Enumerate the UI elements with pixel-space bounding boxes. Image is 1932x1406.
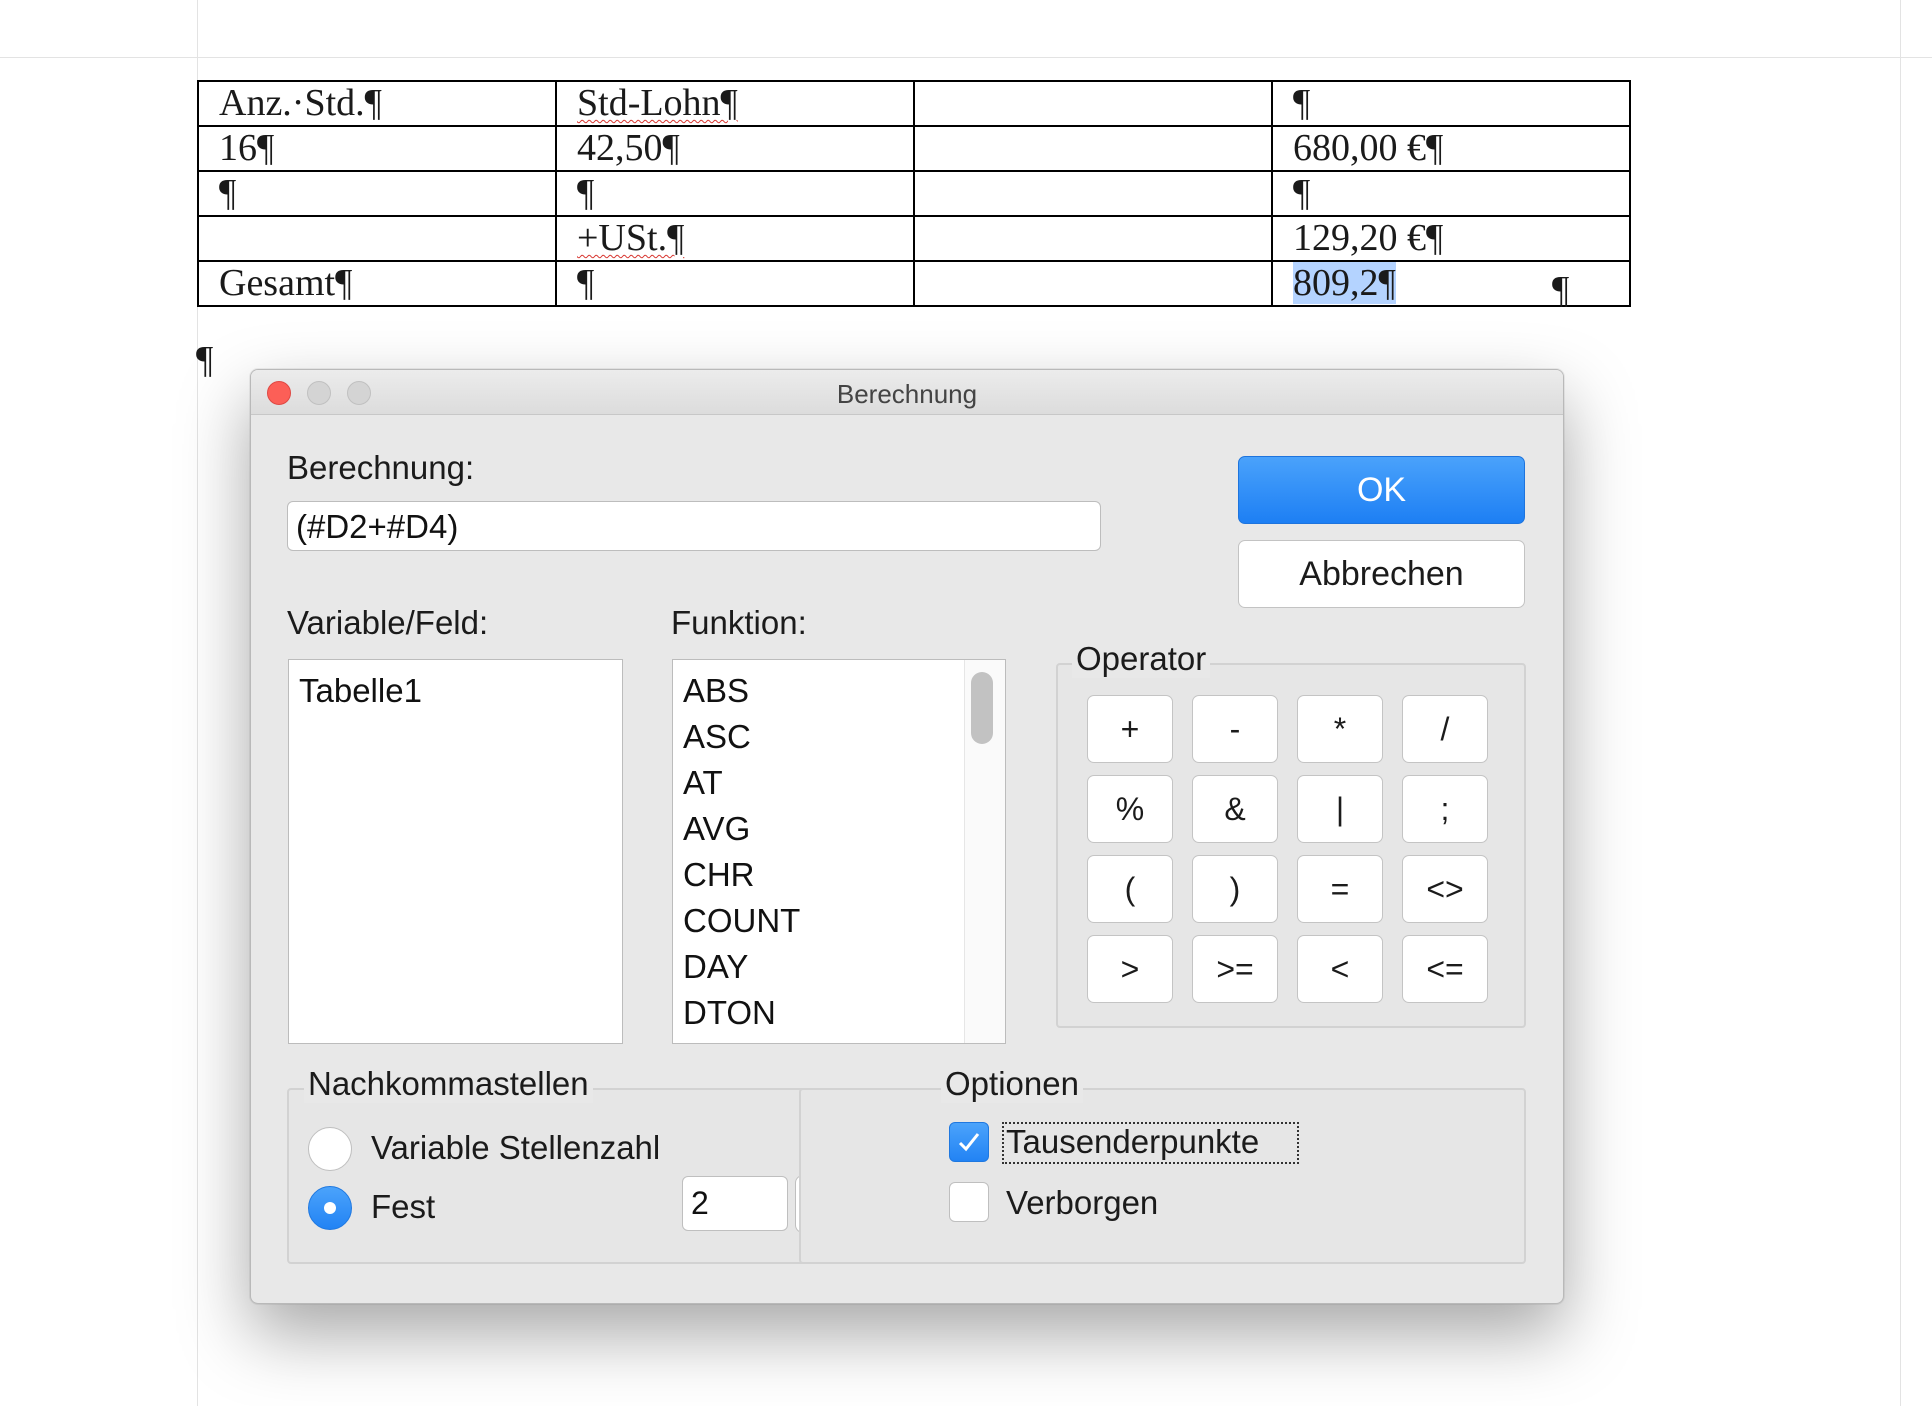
operator-and-button[interactable]: & [1192,775,1278,843]
table-cell-b1[interactable]: Std-Lohn¶ [555,80,915,127]
operator-percent-button[interactable]: % [1087,775,1173,843]
checkmark-icon [958,1133,980,1152]
table-row: Gesamt¶ ¶ 809,2¶ [197,260,1631,307]
table-row: 16¶ 42,50¶ 680,00 €¶ [197,125,1631,172]
operator-plus-button[interactable]: + [1087,695,1173,763]
calculation-dialog: Berechnung Berechnung: (#D2+#D4) OK Abbr… [250,369,1564,1304]
table-cell-c4[interactable] [913,215,1273,262]
list-item[interactable]: ASC [673,714,1005,760]
table-cell-b2[interactable]: 42,50¶ [555,125,915,172]
misspelled-word: +USt.¶ [577,217,685,259]
operator-less-equal-button[interactable]: <= [1402,935,1488,1003]
radio-fixed-decimals-label[interactable]: Fest [371,1188,435,1226]
operator-open-paren-button[interactable]: ( [1087,855,1173,923]
hidden-label[interactable]: Verborgen [1006,1184,1158,1222]
table-cell-b5[interactable]: ¶ [555,260,915,307]
variable-list[interactable]: Tabelle1 [288,659,623,1044]
operator-divide-button[interactable]: / [1402,695,1488,763]
decimals-input[interactable]: 2 [682,1176,788,1231]
table-cell-a3[interactable]: ¶ [197,170,557,217]
page-margin-right [1900,0,1901,1406]
dialog-title: Berechnung [836,379,978,409]
operator-greater-equal-button[interactable]: >= [1192,935,1278,1003]
table-cell-a2[interactable]: 16¶ [197,125,557,172]
thousands-separator-checkbox[interactable] [949,1122,989,1162]
table-row: Anz.·Std.¶ Std-Lohn¶ ¶ [197,80,1631,127]
table-cell-a4[interactable] [197,215,557,262]
table-cell-c3[interactable] [913,170,1273,217]
list-item[interactable]: DAY [673,944,1005,990]
table-cell-b3[interactable]: ¶ [555,170,915,217]
document-table[interactable]: Anz.·Std.¶ Std-Lohn¶ ¶ 16¶ 42,50¶ 680,00… [197,80,1631,307]
selected-result[interactable]: 809,2¶ [1293,262,1396,304]
operator-or-button[interactable]: | [1297,775,1383,843]
list-item[interactable]: Tabelle1 [289,668,622,714]
formula-label: Berechnung: [287,449,475,486]
formula-input[interactable]: (#D2+#D4) [287,501,1101,551]
misspelled-word: Std-Lohn¶ [577,82,738,124]
operator-group-title: Operator [1072,640,1211,678]
operator-semicolon-button[interactable]: ; [1402,775,1488,843]
table-cell-d4[interactable]: 129,20 €¶ [1271,215,1631,262]
operator-greater-button[interactable]: > [1087,935,1173,1003]
page-margin-top [0,57,1932,58]
operator-not-equal-button[interactable]: <> [1402,855,1488,923]
ok-button[interactable]: OK [1238,456,1525,524]
function-list-items: ABS ASC AT AVG CHR COUNT DAY DTON [673,660,1005,1036]
options-group-title: Optionen [941,1065,1083,1103]
operator-close-paren-button[interactable]: ) [1192,855,1278,923]
table-row: +USt.¶ 129,20 €¶ [197,215,1631,262]
function-list-scrollbar[interactable] [964,660,1005,1043]
list-item[interactable]: CHR [673,852,1005,898]
table-cell-d3[interactable]: ¶ [1271,170,1631,217]
variable-list-items: Tabelle1 [289,660,622,714]
list-item[interactable]: DTON [673,990,1005,1036]
hidden-checkbox[interactable] [949,1182,989,1222]
decimals-group-title: Nachkommastellen [304,1065,593,1103]
list-item[interactable]: AVG [673,806,1005,852]
list-item[interactable]: ABS [673,668,1005,714]
operator-equal-button[interactable]: = [1297,855,1383,923]
row-end-mark: ¶ [1552,269,1570,311]
table-cell-a1[interactable]: Anz.·Std.¶ [197,80,557,127]
radio-fixed-decimals[interactable] [308,1186,352,1230]
scrollbar-thumb[interactable] [971,672,993,744]
table-cell-a5[interactable]: Gesamt¶ [197,260,557,307]
thousands-separator-label[interactable]: Tausenderpunkte [1006,1123,1259,1161]
table-cell-c1[interactable] [913,80,1273,127]
table-row: ¶ ¶ ¶ [197,170,1631,217]
cancel-button[interactable]: Abbrechen [1238,540,1525,608]
table-cell-c2[interactable] [913,125,1273,172]
function-list[interactable]: ABS ASC AT AVG CHR COUNT DAY DTON [672,659,1006,1044]
table-cell-d2[interactable]: 680,00 €¶ [1271,125,1631,172]
options-group [799,1088,1526,1264]
variable-field-label: Variable/Feld: [287,604,489,641]
table-cell-c5[interactable] [913,260,1273,307]
function-label: Funktion: [671,604,807,641]
table-cell-d1[interactable]: ¶ [1271,80,1631,127]
operator-less-button[interactable]: < [1297,935,1383,1003]
radio-variable-decimals-label[interactable]: Variable Stellenzahl [371,1129,660,1167]
list-item[interactable]: COUNT [673,898,1005,944]
table-cell-b4[interactable]: +USt.¶ [555,215,915,262]
paragraph-mark: ¶ [196,339,214,381]
operator-minus-button[interactable]: - [1192,695,1278,763]
radio-variable-decimals[interactable] [308,1127,352,1171]
operator-multiply-button[interactable]: * [1297,695,1383,763]
table-cell-d5[interactable]: 809,2¶ [1271,260,1631,307]
list-item[interactable]: AT [673,760,1005,806]
dialog-titlebar[interactable]: Berechnung [251,370,1563,415]
